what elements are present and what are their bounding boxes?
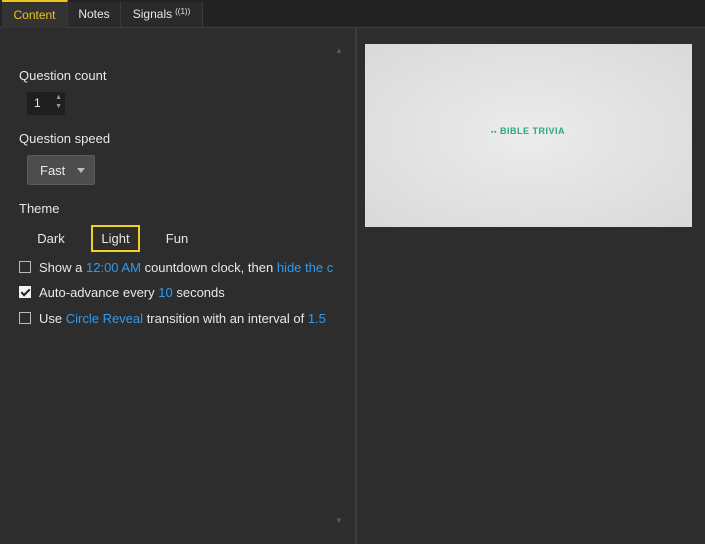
autoadvance-pre: Auto-advance every (39, 285, 155, 300)
autoadvance-option: Auto-advance every 10 seconds (19, 285, 333, 300)
preview-pane: ▪▪ BIBLE TRIVIA (357, 28, 705, 544)
signal-icon: ((1)) (175, 7, 191, 16)
scroll-down-arrow[interactable]: ▼ (335, 516, 343, 525)
tab-signals-label: Signals (132, 7, 173, 21)
question-count-value: 1 (34, 96, 41, 110)
slide-preview: ▪▪ BIBLE TRIVIA (365, 44, 692, 227)
transition-checkbox[interactable] (19, 312, 31, 324)
chevron-down-icon (77, 168, 85, 173)
theme-fun-button[interactable]: Fun (155, 225, 199, 252)
question-count-stepper[interactable]: 1 ▲ ▼ (27, 92, 65, 115)
autoadvance-post: seconds (176, 285, 225, 300)
question-count-label: Question count (19, 68, 107, 83)
question-speed-label: Question speed (19, 131, 111, 146)
logo-icon: ▪▪ (491, 129, 497, 136)
logo-text: BIBLE TRIVIA (499, 126, 565, 136)
bible-trivia-logo: ▪▪ BIBLE TRIVIA (491, 126, 565, 136)
stepper-down-icon[interactable]: ▼ (55, 103, 62, 110)
question-speed-value: Fast (40, 163, 66, 178)
transition-mid: transition with an interval of (146, 311, 305, 326)
transition-interval-link[interactable]: 1.5 (308, 311, 326, 326)
countdown-pre: Show a (39, 260, 83, 275)
countdown-action-link[interactable]: hide the c (277, 260, 333, 275)
theme-label: Theme (19, 201, 60, 216)
countdown-option: Show a 12:00 AM countdown clock, then hi… (19, 260, 333, 275)
countdown-checkbox[interactable] (19, 261, 31, 273)
scroll-up-arrow[interactable]: ▲ (335, 46, 343, 55)
tab-bar: Content Notes Signals ((1)) (0, 0, 705, 29)
autoadvance-checkbox[interactable] (19, 286, 31, 298)
theme-dark-button[interactable]: Dark (27, 225, 75, 252)
content-settings-pane: ▲ Question count 1 ▲ ▼ Question speed Fa… (0, 28, 355, 544)
countdown-mid: countdown clock, then (144, 260, 274, 275)
autoadvance-seconds-link[interactable]: 10 (158, 285, 172, 300)
tab-content-label: Content (13, 8, 56, 22)
tab-content[interactable]: Content (2, 0, 68, 29)
tab-notes[interactable]: Notes (68, 2, 121, 27)
transition-pre: Use (39, 311, 63, 326)
stepper-up-icon[interactable]: ▲ (55, 94, 62, 101)
transition-option: Use Circle Reveal transition with an int… (19, 311, 333, 326)
theme-light-button[interactable]: Light (91, 225, 140, 252)
question-speed-dropdown[interactable]: Fast (27, 155, 95, 185)
transition-effect-link[interactable]: Circle Reveal (66, 311, 143, 326)
countdown-time-link[interactable]: 12:00 AM (86, 260, 141, 275)
tab-signals[interactable]: Signals ((1)) (121, 2, 203, 27)
tab-notes-label: Notes (78, 7, 110, 21)
